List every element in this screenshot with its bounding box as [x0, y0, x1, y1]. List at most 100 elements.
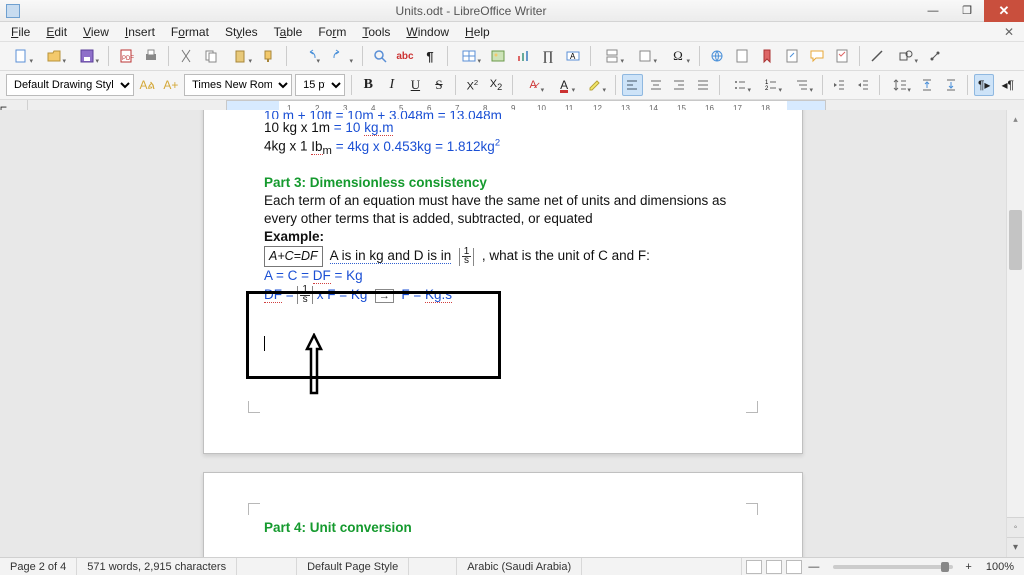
align-justify-button[interactable]	[693, 74, 714, 96]
insert-image-button[interactable]	[487, 45, 509, 67]
insert-chart-button[interactable]	[512, 45, 534, 67]
para-spacing-dec-button[interactable]	[940, 74, 961, 96]
menu-file[interactable]: File	[4, 23, 37, 41]
paragraph-style-combo[interactable]: Default Drawing Style	[6, 74, 134, 96]
special-char-button[interactable]: Ω	[663, 45, 693, 67]
scroll-thumb[interactable]	[1009, 210, 1022, 270]
spellcheck-button[interactable]: abc	[394, 45, 416, 67]
increase-indent-button[interactable]	[829, 74, 850, 96]
close-button[interactable]: ✕	[984, 0, 1024, 22]
font-name-combo[interactable]: Times New Roman	[184, 74, 292, 96]
align-center-button[interactable]	[646, 74, 667, 96]
rtl-button[interactable]: ◂¶	[997, 74, 1018, 96]
menu-edit[interactable]: Edit	[39, 23, 74, 41]
menu-help[interactable]: Help	[458, 23, 497, 41]
bullet-list-button[interactable]	[726, 74, 754, 96]
save-button[interactable]	[72, 45, 102, 67]
clear-format-button[interactable]: A̷	[519, 74, 547, 96]
page-break-button[interactable]	[597, 45, 627, 67]
vertical-scrollbar[interactable]: ▴ ◦ ▾	[1006, 110, 1024, 557]
outline-button[interactable]	[788, 74, 816, 96]
draw-functions-button[interactable]	[924, 45, 946, 67]
open-button[interactable]	[39, 45, 69, 67]
formatting-marks-button[interactable]: ¶	[419, 45, 441, 67]
bookmark-button[interactable]	[756, 45, 778, 67]
clone-format-button[interactable]	[258, 45, 280, 67]
print-button[interactable]	[140, 45, 162, 67]
menu-bar: File Edit View Insert Format Styles Tabl…	[0, 22, 1024, 42]
align-left-button[interactable]	[622, 74, 643, 96]
zoom-slider[interactable]	[833, 565, 953, 569]
underline-button[interactable]: U	[405, 74, 426, 96]
example-label: Example:	[264, 228, 742, 246]
insert-formula-button[interactable]: ∏	[537, 45, 559, 67]
insert-field-button[interactable]	[630, 45, 660, 67]
svg-text:A: A	[570, 52, 576, 61]
export-pdf-button[interactable]: PDF	[115, 45, 137, 67]
line-button[interactable]	[866, 45, 888, 67]
view-single-button[interactable]	[746, 560, 762, 574]
next-page-button[interactable]: ▾	[1007, 537, 1024, 557]
insert-textbox-button[interactable]: A	[562, 45, 584, 67]
part4-heading: Part 4: Unit conversion	[264, 519, 742, 537]
status-zoom[interactable]: 100%	[976, 558, 1024, 575]
align-right-button[interactable]	[669, 74, 690, 96]
para-spacing-inc-button[interactable]	[917, 74, 938, 96]
redo-button[interactable]	[326, 45, 356, 67]
italic-button[interactable]: I	[382, 74, 403, 96]
highlight-button[interactable]	[581, 74, 609, 96]
scroll-up-button[interactable]: ▴	[1007, 110, 1024, 128]
view-multi-button[interactable]	[766, 560, 782, 574]
superscript-button[interactable]: X2	[462, 74, 483, 96]
cut-button[interactable]	[175, 45, 197, 67]
document-workspace[interactable]: 10 m + 10ft = 10m + 3.048m = 13.048m 10 …	[0, 110, 1006, 557]
number-list-button[interactable]: 12	[757, 74, 785, 96]
menu-insert[interactable]: Insert	[118, 23, 162, 41]
line-spacing-button[interactable]	[886, 74, 914, 96]
copy-button[interactable]	[200, 45, 222, 67]
subscript-button[interactable]: X2	[486, 74, 507, 96]
decrease-indent-button[interactable]	[852, 74, 873, 96]
menu-form[interactable]: Form	[311, 23, 353, 41]
work-line-1: A = C = DF = Kg	[264, 267, 742, 285]
view-book-button[interactable]	[786, 560, 802, 574]
font-color-button[interactable]: A	[550, 74, 578, 96]
shapes-button[interactable]	[891, 45, 921, 67]
app-icon	[6, 4, 20, 18]
menu-styles[interactable]: Styles	[218, 23, 265, 41]
status-page-style[interactable]: Default Page Style	[297, 558, 409, 575]
close-document-button[interactable]: ✕	[998, 25, 1020, 39]
status-wordcount[interactable]: 571 words, 2,915 characters	[77, 558, 237, 575]
undo-button[interactable]	[293, 45, 323, 67]
menu-tools[interactable]: Tools	[355, 23, 397, 41]
menu-format[interactable]: Format	[164, 23, 216, 41]
hyperlink-button[interactable]	[706, 45, 728, 67]
footnote-button[interactable]	[731, 45, 753, 67]
minimize-button[interactable]: —	[916, 0, 950, 22]
cross-ref-button[interactable]	[781, 45, 803, 67]
comment-button[interactable]	[806, 45, 828, 67]
status-empty1	[237, 558, 297, 575]
bold-button[interactable]: B	[358, 74, 379, 96]
window-title: Units.odt - LibreOffice Writer	[26, 4, 916, 18]
update-style-button[interactable]: Aል	[137, 74, 158, 96]
strike-button[interactable]: S	[429, 74, 450, 96]
svg-text:2: 2	[765, 86, 769, 92]
menu-window[interactable]: Window	[399, 23, 456, 41]
new-button[interactable]	[6, 45, 36, 67]
prev-page-button[interactable]: ◦	[1007, 517, 1024, 537]
track-changes-button[interactable]	[831, 45, 853, 67]
status-page[interactable]: Page 2 of 4	[0, 558, 77, 575]
font-size-combo[interactable]: 15 pt	[295, 74, 345, 96]
example-line: A+C=DF A is in kg and D is in 1s , what …	[264, 246, 742, 267]
find-button[interactable]	[369, 45, 391, 67]
insert-table-button[interactable]	[454, 45, 484, 67]
ltr-button[interactable]: ¶▸	[974, 74, 995, 96]
status-language[interactable]: Arabic (Saudi Arabia)	[457, 558, 582, 575]
paste-button[interactable]	[225, 45, 255, 67]
page-2: 10 m + 10ft = 10m + 3.048m = 13.048m 10 …	[203, 110, 803, 454]
menu-view[interactable]: View	[76, 23, 116, 41]
menu-table[interactable]: Table	[267, 23, 310, 41]
maximize-button[interactable]: ❐	[950, 0, 984, 22]
new-style-button[interactable]: A+	[161, 74, 182, 96]
